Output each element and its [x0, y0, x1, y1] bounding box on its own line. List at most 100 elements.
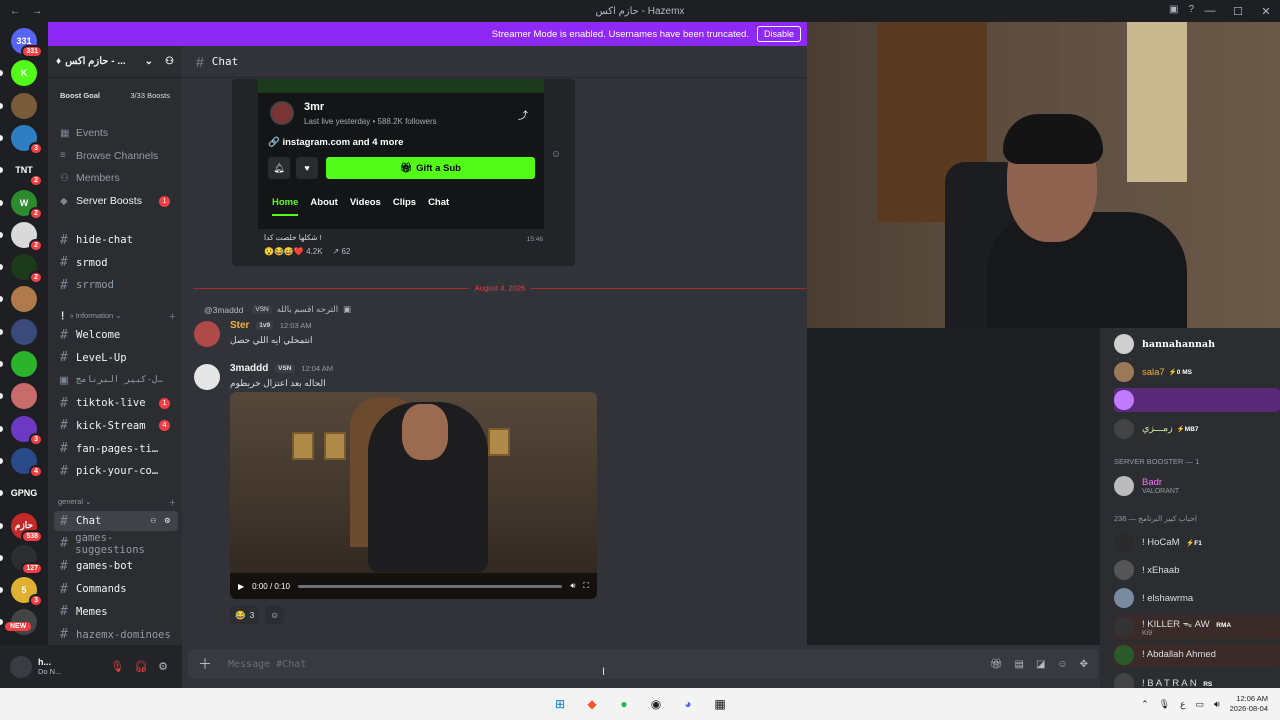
- fullscreen-icon[interactable]: ⛶: [583, 581, 589, 591]
- plus-icon[interactable]: ＋: [198, 654, 228, 674]
- sticker-icon[interactable]: ◪: [1036, 659, 1045, 670]
- member-item[interactable]: ! xEhaab: [1114, 558, 1280, 582]
- channel-hide-chat[interactable]: # hide-chat: [54, 230, 178, 250]
- category-general[interactable]: general ⌄ ＋: [58, 497, 176, 508]
- server-icon[interactable]: 3: [11, 415, 43, 446]
- server-icon[interactable]: 127: [11, 544, 43, 575]
- back-arrow-icon[interactable]: ←: [10, 6, 20, 17]
- message-author[interactable]: 3maddd: [230, 363, 268, 374]
- obs-icon[interactable]: ◉: [646, 694, 666, 714]
- add-reaction-icon[interactable]: ☺: [265, 606, 285, 624]
- kick-embed-image[interactable]: 3mr Last live yesterday • 588.2K followe…: [232, 79, 575, 266]
- channel-item[interactable]: # fan-pages-tiktok...: [54, 439, 178, 459]
- add-member-icon[interactable]: ⚇: [165, 56, 174, 67]
- avatar[interactable]: [10, 655, 32, 678]
- channel-item[interactable]: # Commands: [54, 579, 178, 599]
- invite-icon[interactable]: ⚇: [151, 516, 156, 526]
- minimize-button[interactable]: —: [1196, 5, 1224, 17]
- message-author[interactable]: Ster: [230, 320, 249, 331]
- server-icon[interactable]: W2: [11, 189, 43, 220]
- member-item[interactable]: ! elshawrma: [1114, 586, 1280, 610]
- member-item[interactable]: ! HoCaM ⚡F1: [1114, 530, 1280, 554]
- server-icon[interactable]: 53: [11, 577, 43, 608]
- channel-item[interactable]: # Welcome: [54, 325, 178, 345]
- forward-arrow-icon[interactable]: →: [32, 6, 42, 17]
- boost-goal-bar[interactable]: Boost Goal 3/33 Boosts: [54, 84, 176, 106]
- chevron-up-icon[interactable]: ⌃: [1141, 699, 1149, 710]
- windows-start-icon[interactable]: ⊞: [550, 694, 570, 714]
- emoji-icon[interactable]: ☺: [1057, 659, 1067, 670]
- sidebar-item-events[interactable]: ▦ Events: [54, 123, 178, 143]
- plus-icon[interactable]: ＋: [169, 311, 177, 322]
- help-icon[interactable]: ?: [1188, 4, 1194, 15]
- inbox-icon[interactable]: ▣: [1169, 4, 1178, 15]
- gear-icon[interactable]: ⚙: [158, 660, 168, 673]
- server-icon[interactable]: K: [11, 60, 37, 87]
- brave-browser-icon[interactable]: ◆: [582, 694, 602, 714]
- member-item[interactable]: ! KILLER ᯓ AW RMA Ki9: [1114, 614, 1280, 639]
- server-icon[interactable]: [11, 286, 37, 313]
- gear-icon[interactable]: ⚙: [165, 516, 170, 526]
- server-icon[interactable]: 3: [11, 124, 43, 155]
- network-icon[interactable]: ▭: [1195, 699, 1204, 710]
- channel-item[interactable]: # tiktok-live 1: [54, 393, 178, 413]
- server-icon[interactable]: GPNG: [11, 480, 37, 507]
- maximize-button[interactable]: ☐: [1224, 5, 1252, 18]
- spotify-icon[interactable]: ●: [614, 694, 634, 714]
- mic-icon[interactable]: 🎙︎: [1159, 699, 1170, 710]
- sidebar-item-browse-channels[interactable]: ≡ Browse Channels: [54, 146, 178, 166]
- category-information[interactable]: ❕ » Information ⌄ ＋: [58, 311, 176, 322]
- server-icon[interactable]: [11, 351, 37, 377]
- channel-srmod[interactable]: # srmod: [54, 253, 178, 273]
- server-icon[interactable]: حازم 538: [11, 512, 43, 543]
- member-item[interactable]: زمـــزي ⚡MB7: [1114, 417, 1280, 441]
- server-icon[interactable]: 2: [11, 221, 43, 252]
- server-icon[interactable]: 4: [11, 447, 43, 478]
- channel-item[interactable]: # Memes: [54, 602, 178, 622]
- gift-icon[interactable]: 🎁︎: [990, 659, 1003, 670]
- epic-games-icon[interactable]: ▦: [710, 694, 730, 714]
- channel-item[interactable]: # games-suggestions: [54, 532, 178, 556]
- gif-icon[interactable]: ▤: [1014, 659, 1023, 670]
- member-item[interactable]: ! Abdallah Ahmed: [1114, 642, 1280, 667]
- member-item[interactable]: ! B A T R A N RS: [1114, 671, 1280, 688]
- add-reaction-icon[interactable]: ☺: [551, 149, 561, 160]
- mute-mic-icon[interactable]: 🎙︎: [110, 660, 124, 673]
- deafen-icon[interactable]: 🎧︎: [134, 660, 148, 673]
- channel-srrmod[interactable]: # srrmod: [54, 275, 178, 295]
- channel-item[interactable]: ▣ سوشيال-كبير البرنامج: [54, 370, 178, 390]
- server-icon[interactable]: [11, 92, 37, 119]
- clock[interactable]: 12:06 AM 2026-08-04: [1230, 694, 1268, 714]
- sidebar-item-members[interactable]: ⚇ Members: [54, 168, 178, 188]
- server-icon[interactable]: 2: [11, 254, 43, 285]
- video-progress-bar[interactable]: [297, 584, 563, 588]
- channel-item[interactable]: # LeveL-Up: [54, 348, 178, 368]
- avatar[interactable]: [194, 321, 220, 347]
- sidebar-item-server-boosts[interactable]: ◆ Server Boosts 1: [54, 191, 178, 211]
- channel-item[interactable]: # kick-Stream 4: [54, 416, 178, 436]
- member-item[interactable]: hannahannah: [1114, 332, 1280, 356]
- reply-preview[interactable]: @3maddd VSN الترحه اقسم بالله ▣: [204, 304, 351, 315]
- reaction-laugh[interactable]: 😂 3: [230, 606, 260, 624]
- server-header[interactable]: ♦ حازم اكس - ... ⌄ ⚇: [48, 46, 182, 78]
- volume-icon[interactable]: 🔊︎: [570, 581, 575, 591]
- disable-streamer-mode-button[interactable]: Disable: [756, 26, 801, 42]
- server-icon[interactable]: [11, 383, 37, 410]
- apps-icon[interactable]: ✥: [1080, 659, 1088, 670]
- plus-icon[interactable]: ＋: [169, 497, 177, 508]
- member-item[interactable]: sala7 ⚡0 MS: [1114, 360, 1280, 384]
- play-icon[interactable]: ▶: [238, 582, 244, 591]
- member-item[interactable]: Badr VALORANT: [1114, 474, 1280, 498]
- channel-item[interactable]: # hazemx-dominoes: [54, 625, 178, 645]
- channel-item[interactable]: # pick-your-color: [54, 461, 178, 481]
- channel-item[interactable]: # games-bot: [54, 556, 178, 576]
- volume-icon[interactable]: 🔊︎: [1214, 699, 1220, 710]
- discord-icon[interactable]: ◕: [678, 694, 698, 714]
- server-icon[interactable]: TNT 2: [11, 157, 43, 188]
- channel-item[interactable]: # Chat ⚇ ⚙: [54, 511, 178, 531]
- avatar[interactable]: [194, 364, 220, 390]
- chevron-down-icon[interactable]: ⌄: [145, 56, 153, 67]
- server-icon[interactable]: [11, 318, 37, 345]
- member-item[interactable]: ㅤㅤㅤ: [1114, 388, 1280, 413]
- keyboard-language[interactable]: ع: [1180, 699, 1185, 710]
